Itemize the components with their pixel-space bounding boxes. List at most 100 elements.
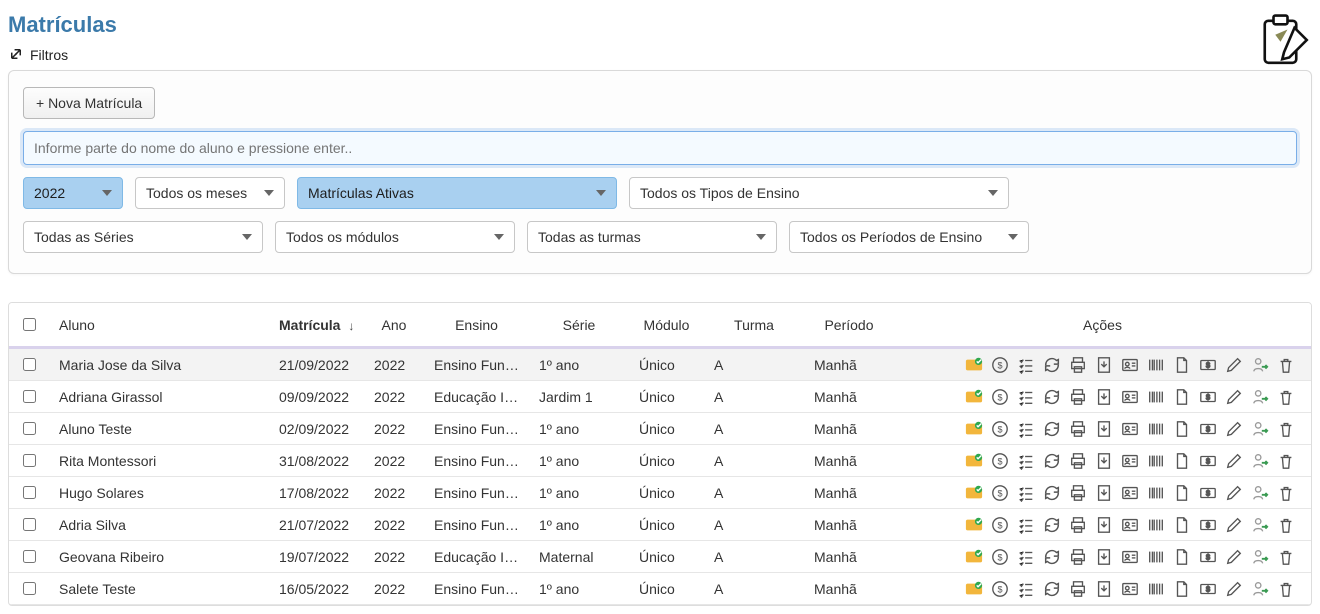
trash-icon[interactable] bbox=[1277, 420, 1295, 438]
profile-card-icon[interactable] bbox=[1121, 356, 1139, 374]
periodo-select[interactable]: Todos os Períodos de Ensino bbox=[789, 221, 1029, 253]
col-ano[interactable]: Ano bbox=[364, 303, 424, 348]
user-move-icon[interactable] bbox=[1251, 548, 1269, 566]
money-doc-icon[interactable]: $ bbox=[1199, 452, 1217, 470]
profile-card-icon[interactable] bbox=[1121, 580, 1139, 598]
money-icon[interactable]: $ bbox=[991, 420, 1009, 438]
refresh-icon[interactable] bbox=[1043, 452, 1061, 470]
pencil-icon[interactable] bbox=[1225, 484, 1243, 502]
new-enrollment-button[interactable]: + Nova Matrícula bbox=[23, 87, 155, 119]
trash-icon[interactable] bbox=[1277, 516, 1295, 534]
user-move-icon[interactable] bbox=[1251, 356, 1269, 374]
user-move-icon[interactable] bbox=[1251, 388, 1269, 406]
blank-doc-icon[interactable] bbox=[1173, 516, 1191, 534]
blank-doc-icon[interactable] bbox=[1173, 548, 1191, 566]
col-periodo[interactable]: Período bbox=[804, 303, 894, 348]
trash-icon[interactable] bbox=[1277, 548, 1295, 566]
print-icon[interactable] bbox=[1069, 420, 1087, 438]
pencil-icon[interactable] bbox=[1225, 420, 1243, 438]
pencil-icon[interactable] bbox=[1225, 580, 1243, 598]
row-checkbox[interactable] bbox=[23, 422, 36, 435]
print-icon[interactable] bbox=[1069, 452, 1087, 470]
print-icon[interactable] bbox=[1069, 484, 1087, 502]
user-move-icon[interactable] bbox=[1251, 516, 1269, 534]
user-move-icon[interactable] bbox=[1251, 452, 1269, 470]
row-checkbox[interactable] bbox=[23, 486, 36, 499]
col-serie[interactable]: Série bbox=[529, 303, 629, 348]
checklist-icon[interactable] bbox=[1017, 452, 1035, 470]
col-turma[interactable]: Turma bbox=[704, 303, 804, 348]
checklist-icon[interactable] bbox=[1017, 516, 1035, 534]
pencil-icon[interactable] bbox=[1225, 452, 1243, 470]
doc-down-icon[interactable] bbox=[1095, 484, 1113, 502]
doc-down-icon[interactable] bbox=[1095, 420, 1113, 438]
id-card-icon[interactable] bbox=[965, 580, 983, 598]
id-card-icon[interactable] bbox=[965, 356, 983, 374]
profile-card-icon[interactable] bbox=[1121, 484, 1139, 502]
money-doc-icon[interactable]: $ bbox=[1199, 388, 1217, 406]
refresh-icon[interactable] bbox=[1043, 420, 1061, 438]
turma-select[interactable]: Todas as turmas bbox=[527, 221, 777, 253]
doc-down-icon[interactable] bbox=[1095, 356, 1113, 374]
month-select[interactable]: Todos os meses bbox=[135, 177, 285, 209]
filters-toggle[interactable]: Filtros bbox=[8, 46, 117, 64]
refresh-icon[interactable] bbox=[1043, 484, 1061, 502]
profile-card-icon[interactable] bbox=[1121, 388, 1139, 406]
id-card-icon[interactable] bbox=[965, 420, 983, 438]
print-icon[interactable] bbox=[1069, 580, 1087, 598]
money-doc-icon[interactable]: $ bbox=[1199, 356, 1217, 374]
user-move-icon[interactable] bbox=[1251, 420, 1269, 438]
id-card-icon[interactable] bbox=[965, 388, 983, 406]
money-doc-icon[interactable]: $ bbox=[1199, 516, 1217, 534]
trash-icon[interactable] bbox=[1277, 580, 1295, 598]
print-icon[interactable] bbox=[1069, 516, 1087, 534]
col-aluno[interactable]: Aluno bbox=[49, 303, 269, 348]
barcode-icon[interactable] bbox=[1147, 548, 1165, 566]
barcode-icon[interactable] bbox=[1147, 452, 1165, 470]
checklist-icon[interactable] bbox=[1017, 548, 1035, 566]
pencil-icon[interactable] bbox=[1225, 388, 1243, 406]
print-icon[interactable] bbox=[1069, 548, 1087, 566]
id-card-icon[interactable] bbox=[965, 452, 983, 470]
barcode-icon[interactable] bbox=[1147, 516, 1165, 534]
money-icon[interactable]: $ bbox=[991, 548, 1009, 566]
trash-icon[interactable] bbox=[1277, 484, 1295, 502]
refresh-icon[interactable] bbox=[1043, 580, 1061, 598]
status-select[interactable]: Matrículas Ativas bbox=[297, 177, 617, 209]
id-card-icon[interactable] bbox=[965, 484, 983, 502]
money-icon[interactable]: $ bbox=[991, 516, 1009, 534]
col-modulo[interactable]: Módulo bbox=[629, 303, 704, 348]
student-search-input[interactable] bbox=[23, 131, 1297, 165]
row-checkbox[interactable] bbox=[23, 454, 36, 467]
refresh-icon[interactable] bbox=[1043, 548, 1061, 566]
tipo-ensino-select[interactable]: Todos os Tipos de Ensino bbox=[629, 177, 1009, 209]
id-card-icon[interactable] bbox=[965, 548, 983, 566]
checklist-icon[interactable] bbox=[1017, 388, 1035, 406]
col-ensino[interactable]: Ensino bbox=[424, 303, 529, 348]
select-all-checkbox[interactable] bbox=[23, 318, 36, 331]
barcode-icon[interactable] bbox=[1147, 420, 1165, 438]
pencil-icon[interactable] bbox=[1225, 356, 1243, 374]
doc-down-icon[interactable] bbox=[1095, 452, 1113, 470]
profile-card-icon[interactable] bbox=[1121, 516, 1139, 534]
trash-icon[interactable] bbox=[1277, 356, 1295, 374]
blank-doc-icon[interactable] bbox=[1173, 484, 1191, 502]
doc-down-icon[interactable] bbox=[1095, 388, 1113, 406]
doc-down-icon[interactable] bbox=[1095, 548, 1113, 566]
clipboard-edit-icon[interactable] bbox=[1256, 12, 1312, 68]
barcode-icon[interactable] bbox=[1147, 484, 1165, 502]
refresh-icon[interactable] bbox=[1043, 356, 1061, 374]
serie-select[interactable]: Todas as Séries bbox=[23, 221, 263, 253]
row-checkbox[interactable] bbox=[23, 518, 36, 531]
barcode-icon[interactable] bbox=[1147, 356, 1165, 374]
blank-doc-icon[interactable] bbox=[1173, 388, 1191, 406]
money-icon[interactable]: $ bbox=[991, 356, 1009, 374]
user-move-icon[interactable] bbox=[1251, 580, 1269, 598]
money-icon[interactable]: $ bbox=[991, 388, 1009, 406]
print-icon[interactable] bbox=[1069, 356, 1087, 374]
barcode-icon[interactable] bbox=[1147, 388, 1165, 406]
row-checkbox[interactable] bbox=[23, 390, 36, 403]
money-icon[interactable]: $ bbox=[991, 580, 1009, 598]
print-icon[interactable] bbox=[1069, 388, 1087, 406]
refresh-icon[interactable] bbox=[1043, 388, 1061, 406]
